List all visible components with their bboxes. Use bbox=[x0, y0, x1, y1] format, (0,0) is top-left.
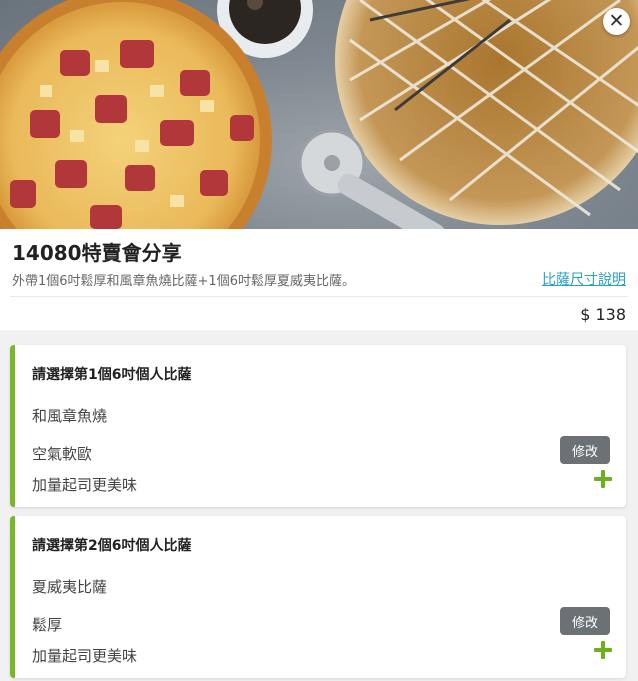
close-button[interactable]: ✕ bbox=[603, 8, 630, 35]
hero-image: ✕ bbox=[0, 0, 638, 229]
product-price: $ 138 bbox=[580, 305, 626, 324]
pizza-selection-2: 請選擇第2個6吋個人比薩 夏威夷比薩 鬆厚 加量起司更美味 修改 bbox=[10, 516, 626, 678]
size-guide-link[interactable]: 比薩尺寸說明 bbox=[542, 269, 626, 289]
close-icon: ✕ bbox=[608, 10, 625, 32]
selection-title: 請選擇第2個6吋個人比薩 bbox=[32, 538, 192, 554]
pizza-selection-1: 請選擇第1個6吋個人比薩 和風章魚燒 空氣軟歐 加量起司更美味 修改 bbox=[10, 345, 626, 507]
plus-icon[interactable] bbox=[593, 640, 613, 660]
selected-pizza: 和風章魚燒 bbox=[32, 407, 108, 425]
product-title: 14080特賣會分享 bbox=[12, 241, 182, 265]
divider bbox=[10, 296, 628, 297]
selected-crust: 空氣軟歐 bbox=[32, 445, 93, 463]
product-description: 外帶1個6吋鬆厚和風章魚燒比薩+1個6吋鬆厚夏威夷比薩。 bbox=[12, 274, 355, 289]
selected-pizza: 夏威夷比薩 bbox=[32, 578, 108, 596]
selection-title: 請選擇第1個6吋個人比薩 bbox=[32, 367, 192, 383]
edit-button[interactable]: 修改 bbox=[560, 607, 610, 635]
extra-cheese-option: 加量起司更美味 bbox=[32, 476, 138, 494]
extra-cheese-option: 加量起司更美味 bbox=[32, 647, 138, 665]
selected-crust: 鬆厚 bbox=[32, 616, 63, 634]
pizza-photo bbox=[0, 0, 638, 229]
product-info: 14080特賣會分享 外帶1個6吋鬆厚和風章魚燒比薩+1個6吋鬆厚夏威夷比薩。 … bbox=[0, 229, 638, 330]
edit-button[interactable]: 修改 bbox=[560, 436, 610, 464]
plus-icon[interactable] bbox=[593, 469, 613, 489]
